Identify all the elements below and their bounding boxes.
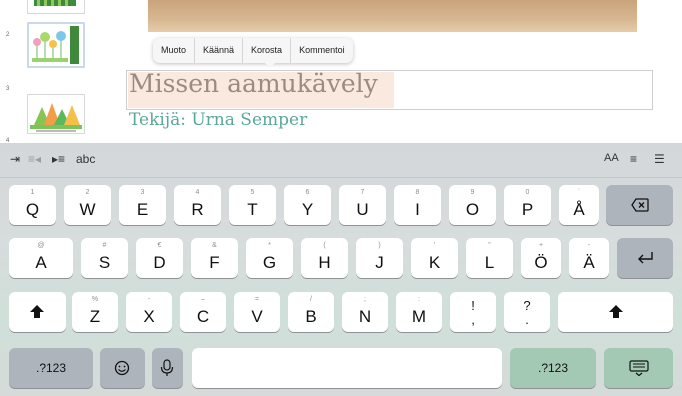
key-s[interactable]: # S bbox=[81, 238, 128, 278]
thumbnail-image bbox=[28, 95, 84, 133]
key-a-umlaut[interactable]: -Ä bbox=[569, 238, 609, 278]
context-menu: Muoto Käännä Korosta Kommentoi bbox=[153, 38, 353, 63]
key-o-umlaut[interactable]: + Ö bbox=[521, 238, 561, 278]
key-o[interactable]: 9O bbox=[449, 185, 496, 225]
key-a-ring[interactable]: ´ Å bbox=[559, 185, 599, 225]
keyboard-dismiss-icon bbox=[629, 360, 649, 376]
list-style-icon[interactable]: ☰ bbox=[654, 152, 665, 166]
hide-keyboard-key[interactable] bbox=[604, 348, 673, 388]
shift-icon bbox=[30, 305, 44, 318]
key-b[interactable]: / B bbox=[288, 292, 334, 332]
backspace-key[interactable] bbox=[606, 185, 673, 225]
return-key[interactable] bbox=[617, 238, 673, 278]
key-k[interactable]: ' K bbox=[411, 238, 458, 278]
backspace-icon bbox=[631, 198, 649, 212]
context-menu-arrow bbox=[264, 62, 276, 68]
shift-key-left[interactable] bbox=[9, 292, 66, 332]
slide-thumbnail-2[interactable] bbox=[27, 22, 85, 68]
document-area: 2 3 4 Missen aamukävely Tekijä: Urna Sem… bbox=[0, 0, 682, 144]
key-m[interactable]: :M bbox=[396, 292, 442, 332]
slide-number: 3 bbox=[6, 86, 10, 92]
key-u[interactable]: 7U bbox=[339, 185, 386, 225]
on-screen-keyboard: ⇥ ≡◂ ▸≡ abc AA ≡ ☰ 1Q 2W 3E 4R 5T 6Y 7U … bbox=[0, 143, 682, 396]
key-exclaim-comma[interactable]: ! , bbox=[450, 292, 496, 332]
space-bar[interactable] bbox=[192, 348, 502, 388]
slide-title[interactable]: Missen aamukävely bbox=[129, 69, 378, 98]
thumbnail-image bbox=[29, 24, 83, 66]
slide-author[interactable]: Tekijä: Urna Semper bbox=[129, 110, 307, 130]
key-n[interactable]: ; N bbox=[342, 292, 388, 332]
slide-navigator[interactable]: 2 3 4 bbox=[0, 0, 93, 144]
emoji-icon bbox=[114, 360, 130, 376]
key-q[interactable]: 1Q bbox=[9, 185, 56, 225]
numbers-key-right[interactable]: .?123 bbox=[510, 348, 596, 388]
font-size-icon[interactable]: AA bbox=[604, 152, 619, 164]
list-bullet-icon[interactable]: ▸≡ bbox=[52, 152, 65, 166]
key-a[interactable]: @ A bbox=[9, 238, 73, 278]
outdent-icon[interactable]: ≡◂ bbox=[28, 152, 41, 166]
shift-key-right[interactable] bbox=[558, 292, 673, 332]
key-z[interactable]: % Z bbox=[72, 292, 118, 332]
key-x[interactable]: -X bbox=[126, 292, 172, 332]
emoji-key[interactable] bbox=[100, 348, 145, 388]
dictation-key[interactable] bbox=[152, 348, 183, 388]
key-l[interactable]: " L bbox=[466, 238, 513, 278]
menu-item-rotate[interactable]: Käännä bbox=[195, 38, 244, 63]
slide-photo[interactable] bbox=[148, 0, 637, 32]
key-r[interactable]: 4R bbox=[174, 185, 221, 225]
key-t[interactable]: 5T bbox=[229, 185, 276, 225]
menu-item-comment[interactable]: Kommentoi bbox=[291, 38, 353, 63]
key-w[interactable]: 2W bbox=[64, 185, 111, 225]
microphone-icon bbox=[160, 359, 174, 376]
menu-item-format[interactable]: Muoto bbox=[153, 38, 196, 63]
abc-label[interactable]: abc bbox=[76, 152, 95, 166]
key-h[interactable]: (H bbox=[301, 238, 348, 278]
slide-canvas[interactable]: Missen aamukävely Tekijä: Urna Semper bbox=[92, 0, 682, 143]
key-p[interactable]: 0P bbox=[504, 185, 551, 225]
key-e[interactable]: 3E bbox=[119, 185, 166, 225]
key-j[interactable]: ) J bbox=[356, 238, 403, 278]
return-icon bbox=[638, 252, 653, 264]
slide-thumbnail-1[interactable] bbox=[27, 0, 85, 14]
shortcut-bar: ⇥ ≡◂ ▸≡ abc AA ≡ ☰ bbox=[0, 143, 682, 178]
key-d[interactable]: € D bbox=[136, 238, 183, 278]
indent-icon[interactable]: ⇥ bbox=[10, 152, 20, 166]
key-y[interactable]: 6Y bbox=[284, 185, 331, 225]
key-v[interactable]: = V bbox=[234, 292, 280, 332]
key-question-period[interactable]: ? . bbox=[504, 292, 550, 332]
thumbnail-image bbox=[28, 0, 84, 13]
slide-number: 2 bbox=[6, 32, 10, 38]
key-c[interactable]: – C bbox=[180, 292, 226, 332]
key-g[interactable]: * G bbox=[246, 238, 293, 278]
key-f[interactable]: & F bbox=[191, 238, 238, 278]
slide-thumbnail-3[interactable] bbox=[27, 94, 85, 134]
numbers-key-left[interactable]: .?123 bbox=[9, 348, 93, 388]
shift-icon bbox=[609, 305, 623, 318]
key-i[interactable]: 8I bbox=[394, 185, 441, 225]
align-icon[interactable]: ≡ bbox=[630, 152, 637, 166]
menu-item-highlight[interactable]: Korosta bbox=[243, 38, 292, 63]
